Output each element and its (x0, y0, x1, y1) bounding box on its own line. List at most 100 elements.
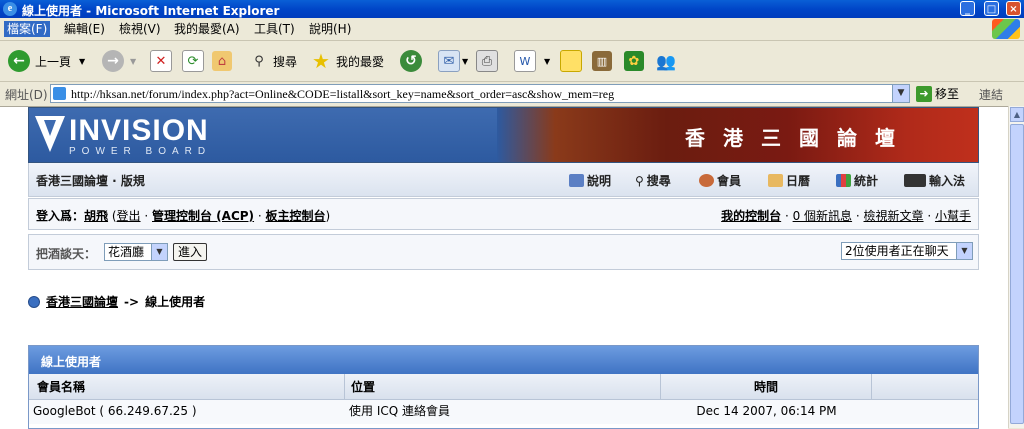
go-arrow-icon: ➜ (916, 85, 932, 102)
menu-edit[interactable]: 編輯(E) (61, 21, 108, 37)
print-button[interactable]: ⎙ (476, 47, 498, 75)
history-icon: ↺ (400, 50, 422, 72)
nav-members-label: 會員 (717, 174, 742, 188)
forum-brand-link[interactable]: 香港三國論壇 · 版規 (36, 172, 145, 189)
user-bar-right: 我的控制台 · 0 個新訊息 · 檢視新文章 · 小幫手 (721, 209, 971, 223)
column-header-location[interactable]: 位置 (345, 374, 661, 400)
menu-help[interactable]: 說明(H) (306, 21, 354, 37)
acp-link[interactable]: 管理控制台 (ACP) (152, 209, 254, 223)
windows-logo-icon (992, 19, 1020, 39)
my-controls-link[interactable]: 我的控制台 (721, 209, 781, 223)
history-button[interactable]: ↺ (400, 47, 422, 75)
help-icon (569, 174, 584, 187)
nav-search[interactable]: ⚲ 搜尋 (635, 172, 671, 189)
mod-panel-link[interactable]: 板主控制台 (266, 209, 326, 223)
stop-button[interactable]: ✕ (150, 47, 172, 75)
scroll-up-icon[interactable]: ▲ (1010, 107, 1024, 122)
nav-calendar-label: 日曆 (786, 174, 811, 188)
breadcrumb-current: 線上使用者 (145, 295, 206, 309)
chat-label: 把酒談天： (36, 247, 97, 261)
word-icon: W (514, 50, 536, 72)
table-row-time: Dec 14 2007, 06:14 PM (661, 400, 872, 424)
banner-char: 三 (761, 126, 781, 150)
close-button[interactable]: × (1006, 1, 1021, 16)
chat-room-select[interactable]: 花酒廳 ▼ (104, 243, 168, 261)
nav-calendar[interactable]: 日曆 (768, 172, 810, 189)
logged-in-prefix: 登入爲： (36, 209, 85, 223)
forward-button[interactable]: → ▼ (102, 47, 136, 75)
logout-link[interactable]: 登出 (117, 209, 141, 223)
nav-input-method[interactable]: 輸入法 (904, 172, 965, 189)
chevron-down-icon: ▼ (544, 56, 551, 66)
menu-favorites[interactable]: 我的最愛(A) (171, 21, 243, 37)
nav-members[interactable]: 會員 (699, 172, 741, 189)
home-icon: ⌂ (212, 51, 232, 71)
window-titlebar[interactable]: e 線上使用者 - Microsoft Internet Explorer _ … (0, 0, 1024, 18)
search-button[interactable]: ⚲ 搜尋 (249, 47, 297, 75)
edit-button[interactable]: W ▼ (514, 47, 550, 75)
breadcrumb-separator: -> (124, 294, 140, 309)
menu-file[interactable]: 檔案(F) (4, 21, 51, 37)
menubar: 檔案(F) 編輯(E) 檢視(V) 我的最愛(A) 工具(T) 說明(H) (0, 18, 1024, 41)
search-label: 搜尋 (273, 54, 298, 69)
view-new-posts-link[interactable]: 檢視新文章 (864, 209, 924, 223)
banner-char: 壇 (875, 126, 895, 150)
refresh-button[interactable]: ⟳ (182, 47, 204, 75)
go-label: 移至 (935, 87, 960, 101)
mail-button[interactable]: ✉ ▼ (438, 47, 468, 75)
menu-view[interactable]: 檢視(V) (116, 21, 164, 37)
enter-chat-button[interactable]: 進入 (173, 243, 208, 261)
refresh-icon: ⟳ (182, 50, 204, 72)
maximize-button[interactable]: □ (984, 1, 999, 16)
nav-stats[interactable]: 統計 (836, 172, 878, 189)
stop-icon: ✕ (150, 50, 172, 72)
favorites-button[interactable]: ★ 我的最愛 (311, 47, 384, 75)
banner-char: 論 (837, 126, 857, 150)
user-bar: 登入爲：胡飛 (登出 · 管理控制台 (ACP) · 板主控制台) 我的控制台 … (28, 198, 979, 230)
links-button[interactable]: 連結 (979, 86, 1003, 103)
scrollbar-thumb[interactable] (1010, 124, 1024, 424)
messenger-icon: 👥 (656, 51, 676, 71)
column-header-time[interactable]: 時間 (661, 374, 872, 400)
logo-sub: POWER BOARD (69, 146, 212, 157)
new-messages-link[interactable]: 0 個新訊息 (793, 209, 852, 223)
banner-title: 香 港 三 國 論 壇 (685, 122, 895, 151)
banner-char: 國 (799, 126, 819, 150)
minimize-button[interactable]: _ (960, 1, 975, 16)
page-content: INVISION POWER BOARD 香 港 三 國 論 壇 香港三國論壇 … (0, 106, 1008, 429)
breadcrumb-home-link[interactable]: 香港三國論壇 (46, 293, 118, 310)
users-chatting-select[interactable]: 2位使用者正在聊天 ▼ (841, 242, 973, 260)
back-label: 上一頁 (35, 54, 72, 69)
window-title: 線上使用者 - Microsoft Internet Explorer (22, 4, 280, 18)
chat-bar: 把酒談天： 花酒廳 ▼ 進入 2位使用者正在聊天 ▼ (28, 234, 979, 270)
address-input[interactable]: http://hksan.net/forum/index.php?act=Onl… (50, 84, 910, 103)
go-button[interactable]: ➜ 移至 (916, 85, 959, 102)
back-button[interactable]: ← 上一頁 ▼ (8, 47, 85, 75)
online-users-title: 線上使用者 (41, 355, 102, 369)
invision-v-icon (35, 116, 65, 152)
menu-tools[interactable]: 工具(T) (251, 21, 298, 37)
forum-banner: INVISION POWER BOARD 香 港 三 國 論 壇 (28, 107, 979, 163)
nav-help[interactable]: 說明 (569, 172, 611, 189)
toolbar: ← 上一頁 ▼ → ▼ ✕ ⟳ ⌂ ⚲ 搜尋 ★ 我的最愛 ↺ ✉ ▼ ⎙ W … (0, 41, 1024, 82)
flower-icon: ✿ (624, 51, 644, 71)
vertical-scrollbar[interactable]: ▲ (1008, 106, 1024, 428)
printer-icon: ⎙ (476, 50, 498, 72)
members-icon (699, 174, 714, 187)
column-header-member[interactable]: 會員名稱 (29, 374, 345, 400)
home-button[interactable]: ⌂ (212, 47, 232, 75)
helper-link[interactable]: 小幫手 (935, 209, 971, 223)
icq-button[interactable]: ✿ (624, 47, 644, 75)
favorites-label: 我的最愛 (336, 54, 385, 69)
username-link[interactable]: 胡飛 (84, 209, 108, 223)
address-dropdown-icon[interactable]: ▼ (892, 85, 909, 102)
note-button[interactable] (560, 47, 582, 75)
books-icon: ▥ (592, 51, 612, 71)
chevron-down-icon: ▼ (151, 244, 167, 260)
research-button[interactable]: ▥ (592, 47, 612, 75)
messenger-button[interactable]: 👥 (656, 47, 676, 75)
nav-search-label: 搜尋 (646, 174, 671, 188)
table-row-member[interactable]: GoogleBot ( 66.249.67.25 ) (29, 400, 345, 424)
mail-icon: ✉ (438, 50, 460, 72)
online-users-header: 線上使用者 (29, 346, 978, 374)
